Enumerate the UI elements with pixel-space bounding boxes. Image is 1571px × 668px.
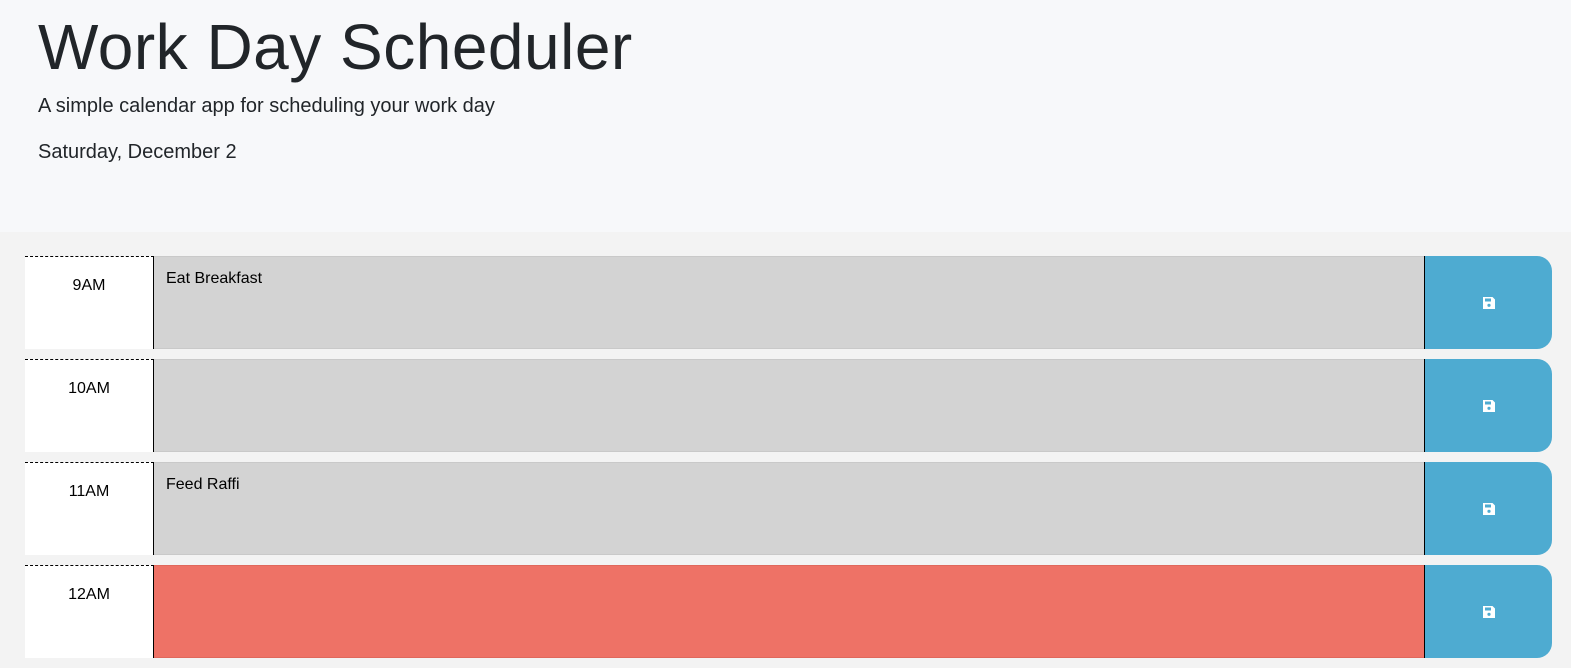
floppy-disk-icon [1482,605,1495,618]
description-textarea[interactable] [154,359,1425,452]
floppy-disk-icon [1482,399,1495,412]
description-textarea[interactable]: Eat Breakfast [154,256,1425,349]
floppy-disk-icon [1482,502,1495,515]
current-day: Saturday, December 2 [38,141,237,163]
hour-label: 9AM [25,256,154,349]
time-block-list: 9AM Eat Breakfast 10AM 11AM Feed Raffi 1… [25,256,1552,668]
description-textarea[interactable]: Feed Raffi [154,462,1425,555]
time-block-12am: 12AM [25,565,1552,658]
page-header: Work Day Scheduler A simple calendar app… [0,0,1571,232]
save-button[interactable] [1424,256,1552,349]
time-block-9am: 9AM Eat Breakfast [25,256,1552,349]
save-button[interactable] [1424,565,1552,658]
description-textarea[interactable] [154,565,1425,658]
hour-label: 10AM [25,359,154,452]
page-title: Work Day Scheduler [38,11,633,83]
time-block-10am: 10AM [25,359,1552,452]
time-block-11am: 11AM Feed Raffi [25,462,1552,555]
save-button[interactable] [1424,359,1552,452]
save-button[interactable] [1424,462,1552,555]
hour-label: 11AM [25,462,154,555]
page-subtitle: A simple calendar app for scheduling you… [38,95,495,117]
hour-label: 12AM [25,565,154,658]
floppy-disk-icon [1482,296,1495,309]
